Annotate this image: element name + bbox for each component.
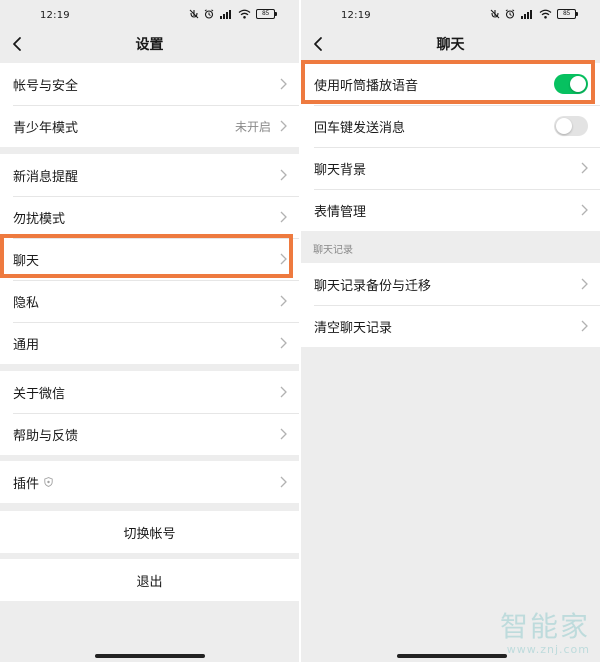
alarm-icon (505, 9, 515, 19)
chevron-right-icon (581, 278, 588, 290)
mute-icon (490, 9, 500, 19)
settings-screen: 12:19 85 设置 帐号与安全 青少年模式 未开启 新消息提醒 勿扰模式 聊… (0, 0, 299, 662)
settings-group-messages: 新消息提醒 勿扰模式 聊天 隐私 通用 (0, 154, 299, 364)
chat-group-main: 使用听筒播放语音 回车键发送消息 聊天背景 表情管理 (301, 63, 600, 231)
status-icons: 85 (189, 9, 277, 19)
signal-icon (220, 10, 231, 19)
signal-icon (521, 10, 532, 19)
cell-privacy[interactable]: 隐私 (0, 280, 299, 322)
cell-teen-mode[interactable]: 青少年模式 未开启 (0, 105, 299, 147)
chat-group-history: 聊天记录备份与迁移 清空聊天记录 (301, 263, 600, 347)
status-time: 12:19 (40, 10, 70, 21)
cell-label: 清空聊天记录 (314, 320, 393, 336)
watermark-text: 智能家 (499, 610, 590, 643)
settings-group-account: 帐号与安全 青少年模式 未开启 (0, 63, 299, 147)
chevron-right-icon (280, 253, 287, 265)
battery-icon: 85 (256, 9, 277, 19)
chevron-right-icon (280, 295, 287, 307)
alarm-icon (204, 9, 214, 19)
cell-chat[interactable]: 聊天 (0, 238, 299, 280)
cell-label: 聊天记录备份与迁移 (314, 278, 432, 294)
cell-label: 关于微信 (13, 386, 66, 402)
page-title: 聊天 (436, 37, 465, 53)
cell-help-feedback[interactable]: 帮助与反馈 (0, 413, 299, 455)
chat-nav-bar: 聊天 (301, 30, 600, 57)
cell-general[interactable]: 通用 (0, 322, 299, 364)
cell-label: 帮助与反馈 (13, 428, 79, 444)
chevron-right-icon (581, 204, 588, 216)
home-indicator[interactable] (397, 654, 507, 658)
cell-backup-migrate[interactable]: 聊天记录备份与迁移 (301, 263, 600, 305)
logout-button[interactable]: 退出 (0, 559, 299, 601)
watermark: 智能家 www.znj.com (500, 605, 590, 656)
chevron-right-icon (280, 78, 287, 90)
enter-send-toggle[interactable] (554, 116, 588, 136)
cell-label: 青少年模式 (13, 120, 79, 136)
wifi-icon (539, 9, 552, 19)
chevron-right-icon (280, 169, 287, 181)
cell-label: 插件 (13, 476, 40, 492)
cell-new-message-notification[interactable]: 新消息提醒 (0, 154, 299, 196)
chevron-right-icon (280, 428, 287, 440)
page-title: 设置 (135, 37, 164, 53)
chevron-right-icon (280, 120, 287, 132)
status-bar: 12:19 85 (0, 0, 299, 30)
cell-label: 聊天背景 (314, 162, 367, 178)
cell-plugins[interactable]: 插件 (0, 461, 299, 503)
chat-settings-screen: 12:19 85 聊天 使用听筒播放语音 回车键发送消息 聊天背景 表情管理 聊… (301, 0, 600, 662)
settings-nav-bar: 设置 (0, 30, 299, 57)
cell-do-not-disturb[interactable]: 勿扰模式 (0, 196, 299, 238)
battery-level: 85 (256, 9, 275, 19)
battery-level: 85 (557, 9, 576, 19)
chevron-right-icon (280, 211, 287, 223)
settings-group-plugins: 插件 (0, 461, 299, 503)
settings-group-about: 关于微信 帮助与反馈 (0, 371, 299, 455)
cell-earpiece-playback[interactable]: 使用听筒播放语音 (301, 63, 600, 105)
mute-icon (189, 9, 199, 19)
cell-label: 通用 (13, 337, 40, 353)
cell-label: 回车键发送消息 (314, 120, 406, 136)
wifi-icon (238, 9, 251, 19)
battery-icon: 85 (557, 9, 578, 19)
watermark-url: www.znj.com (506, 643, 590, 656)
chevron-right-icon (280, 386, 287, 398)
status-bar: 12:19 85 (301, 0, 600, 30)
cell-sticker-management[interactable]: 表情管理 (301, 189, 600, 231)
cell-label: 表情管理 (314, 204, 367, 220)
status-time: 12:19 (341, 10, 371, 21)
cell-label: 使用听筒播放语音 (314, 78, 419, 94)
chevron-right-icon (581, 320, 588, 332)
cell-chat-background[interactable]: 聊天背景 (301, 147, 600, 189)
cell-enter-to-send[interactable]: 回车键发送消息 (301, 105, 600, 147)
cell-label: 勿扰模式 (13, 211, 66, 227)
cell-label: 新消息提醒 (13, 169, 79, 185)
cell-account-security[interactable]: 帐号与安全 (0, 63, 299, 105)
cell-about-wechat[interactable]: 关于微信 (0, 371, 299, 413)
cell-label: 隐私 (13, 295, 40, 311)
earpiece-toggle[interactable] (554, 74, 588, 94)
shield-icon (44, 477, 53, 487)
cell-label: 帐号与安全 (13, 78, 79, 94)
teen-mode-status: 未开启 (234, 119, 271, 134)
cell-label: 聊天 (13, 253, 40, 269)
chevron-right-icon (581, 162, 588, 174)
section-header-chat-history: 聊天记录 (313, 245, 353, 256)
chevron-right-icon (280, 337, 287, 349)
chevron-right-icon (280, 476, 287, 488)
switch-account-button[interactable]: 切换帐号 (0, 511, 299, 553)
cell-clear-history[interactable]: 清空聊天记录 (301, 305, 600, 347)
home-indicator[interactable] (95, 654, 205, 658)
status-icons: 85 (490, 9, 578, 19)
